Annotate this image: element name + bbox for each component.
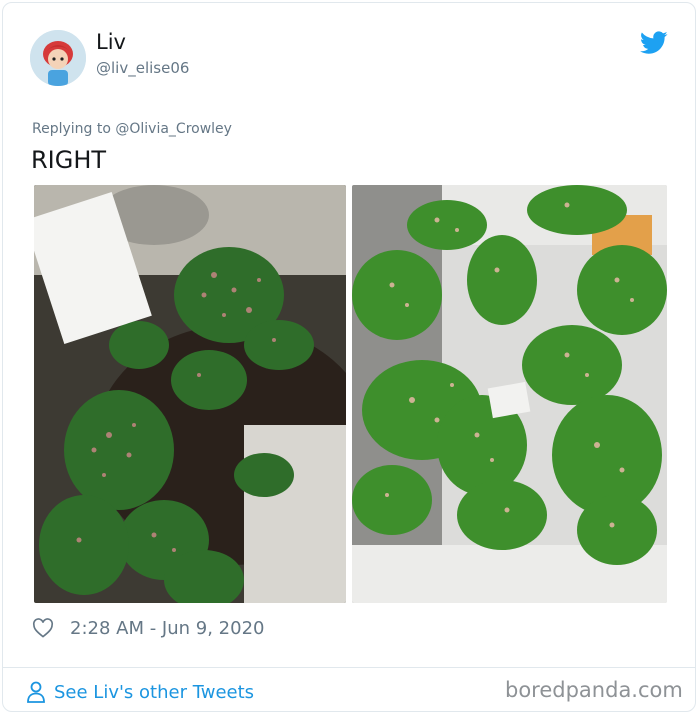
tweet-text: RIGHT	[31, 146, 107, 174]
person-icon	[27, 681, 45, 703]
watermark: boredpanda.com	[505, 678, 683, 702]
tweet-meta: 2:28 AM - Jun 9, 2020	[32, 615, 264, 641]
author-handle[interactable]: @liv_elise06	[96, 59, 189, 77]
right-photo[interactable]	[352, 185, 667, 603]
avatar[interactable]	[30, 30, 86, 86]
heart-icon[interactable]	[32, 618, 54, 638]
author-name[interactable]: Liv	[96, 30, 126, 54]
tweet-timestamp[interactable]: 2:28 AM - Jun 9, 2020	[70, 618, 264, 639]
see-other-tweets-link[interactable]: See Liv's other Tweets	[26, 679, 254, 705]
twitter-bird-icon[interactable]	[640, 31, 668, 55]
avatar-image	[30, 30, 86, 86]
left-photo[interactable]	[34, 185, 346, 603]
see-other-tweets-label: See Liv's other Tweets	[54, 681, 255, 703]
replying-to[interactable]: Replying to @Olivia_Crowley	[32, 121, 232, 137]
divider	[2, 667, 696, 668]
